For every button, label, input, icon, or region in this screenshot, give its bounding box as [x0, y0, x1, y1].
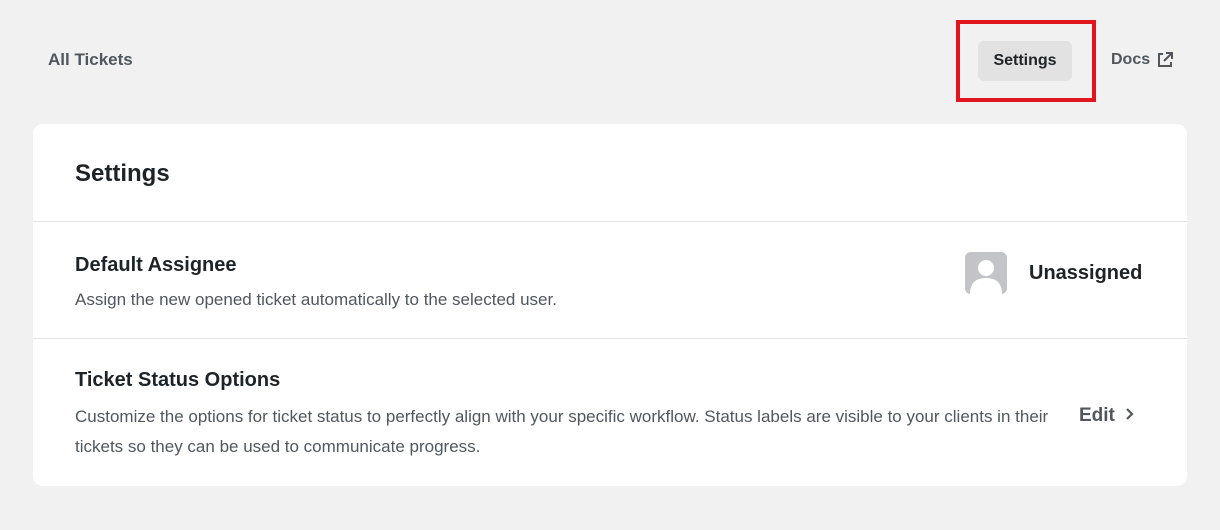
- assignee-value: Unassigned: [1029, 261, 1143, 284]
- edit-label: Edit: [1079, 405, 1115, 426]
- chevron-right-icon: [1125, 405, 1135, 427]
- default-assignee-description: Assign the new opened ticket automatical…: [75, 290, 557, 309]
- external-link-icon: [1156, 51, 1174, 69]
- nav-settings-tab[interactable]: Settings: [978, 41, 1072, 81]
- top-navigation: All Tickets Settings Docs: [0, 0, 1220, 120]
- settings-card: Settings Default Assignee Assign the new…: [33, 124, 1187, 486]
- assignee-selector[interactable]: Unassigned: [965, 252, 1142, 294]
- default-assignee-row: Default Assignee Assign the new opened t…: [33, 222, 1187, 339]
- nav-docs-label: Docs: [1111, 51, 1151, 68]
- page-title: Settings: [75, 160, 170, 187]
- nav-docs-link[interactable]: Docs: [1111, 51, 1174, 69]
- user-avatar-icon: [965, 252, 1007, 294]
- ticket-status-row: Ticket Status Options Customize the opti…: [33, 339, 1187, 486]
- settings-card-header: Settings: [33, 124, 1187, 222]
- ticket-status-title: Ticket Status Options: [75, 369, 281, 391]
- default-assignee-title: Default Assignee: [75, 254, 237, 276]
- nav-all-tickets[interactable]: All Tickets: [48, 50, 133, 70]
- edit-status-button[interactable]: Edit: [1079, 405, 1135, 427]
- ticket-status-description: Customize the options for ticket status …: [75, 407, 1049, 456]
